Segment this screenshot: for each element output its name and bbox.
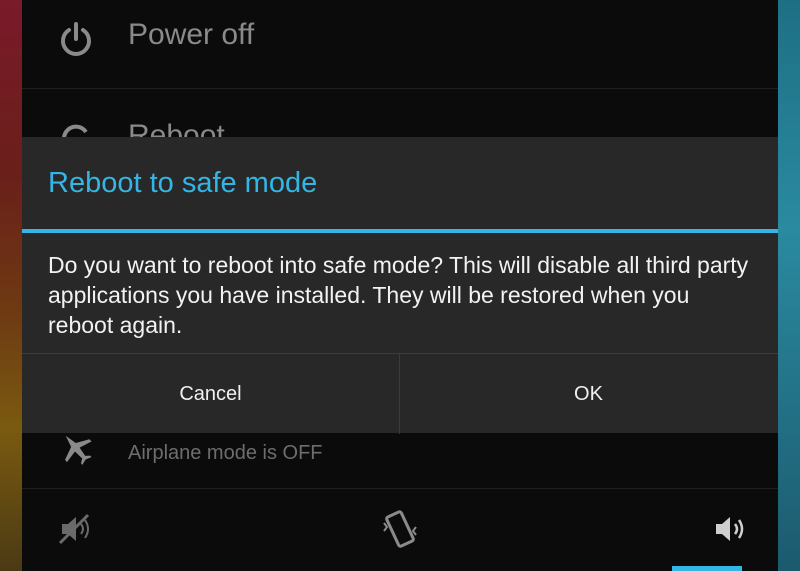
power-icon — [61, 22, 91, 56]
airplane-icon — [65, 435, 92, 465]
sound-on-icon[interactable] — [710, 507, 754, 551]
power-off-label: Power off — [128, 18, 255, 51]
title-divider — [22, 229, 778, 233]
sound-mode-bar — [22, 489, 778, 571]
screen: Power off Reboot Airplane mode is OFF Re… — [0, 0, 800, 571]
dialog-title: Reboot to safe mode — [48, 167, 318, 199]
cancel-button[interactable]: Cancel — [22, 354, 400, 434]
airplane-mode-status: Airplane mode is OFF — [128, 442, 323, 464]
dialog-button-bar: Cancel OK — [22, 353, 778, 434]
sound-off-icon[interactable] — [54, 507, 98, 551]
ok-button[interactable]: OK — [400, 354, 777, 434]
safe-mode-dialog: Reboot to safe mode Do you want to reboo… — [22, 137, 778, 434]
dialog-message: Do you want to reboot into safe mode? Th… — [48, 252, 749, 338]
selected-sound-mode-indicator — [672, 566, 742, 571]
vibrate-icon[interactable] — [378, 507, 422, 551]
power-off-row[interactable]: Power off — [22, 0, 778, 89]
